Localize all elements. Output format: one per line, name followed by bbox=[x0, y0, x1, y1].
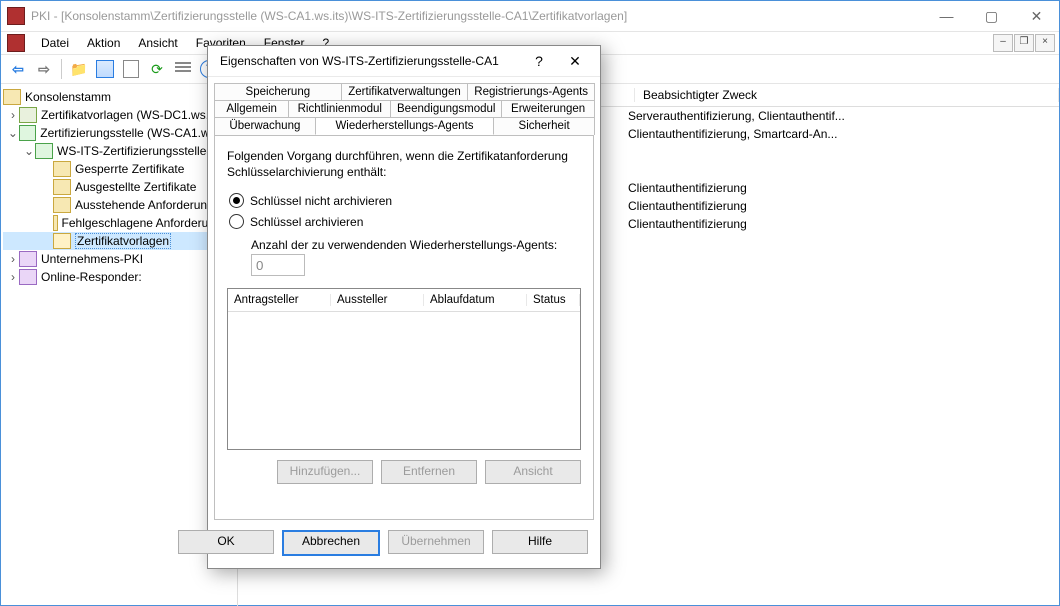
ca-instance-icon bbox=[35, 143, 53, 159]
toolbar-separator bbox=[61, 59, 62, 79]
ok-button[interactable]: OK bbox=[178, 530, 274, 554]
folder-icon bbox=[53, 215, 58, 231]
back-button[interactable]: ⇦ bbox=[7, 58, 29, 80]
minimize-button[interactable]: — bbox=[924, 1, 969, 31]
export-list-icon[interactable] bbox=[172, 58, 194, 80]
menu-aktion[interactable]: Aktion bbox=[79, 34, 128, 52]
dialog-close-button[interactable]: ✕ bbox=[560, 53, 590, 70]
menu-ansicht[interactable]: Ansicht bbox=[130, 34, 185, 52]
show-hide-tree-icon[interactable] bbox=[94, 58, 116, 80]
mdi-minimize[interactable]: – bbox=[993, 34, 1013, 52]
tab-erweiterungen[interactable]: Erweiterungen bbox=[501, 100, 595, 117]
tree-pane[interactable]: Konsolenstamm › Zertifikatvorlagen (WS-D… bbox=[1, 84, 238, 606]
tree-item-ca-instance[interactable]: ⌄ WS-ITS-Zertifizierungsstelle-CA1 bbox=[3, 142, 235, 160]
folder-icon bbox=[53, 161, 71, 177]
col-purpose[interactable]: Beabsichtigter Zweck bbox=[635, 88, 1059, 102]
pki-icon bbox=[19, 251, 37, 267]
kra-col-status[interactable]: Status bbox=[527, 294, 580, 306]
tab-content: Folgenden Vorgang durchführen, wenn die … bbox=[214, 135, 594, 520]
tab-wiederherstellungs-agents[interactable]: Wiederherstellungs-Agents bbox=[315, 117, 494, 135]
kra-col-ablaufdatum[interactable]: Ablaufdatum bbox=[424, 294, 527, 306]
cert-template-icon bbox=[19, 107, 37, 123]
tree-root[interactable]: Konsolenstamm bbox=[3, 88, 235, 106]
tree-item-revoked[interactable]: Gesperrte Zertifikate bbox=[3, 160, 235, 178]
radio-icon bbox=[229, 193, 244, 208]
dialog-title: Eigenschaften von WS-ITS-Zertifizierungs… bbox=[220, 54, 518, 68]
expander-icon[interactable]: ⌄ bbox=[23, 144, 35, 158]
dialog-footer: OK Abbrechen Übernehmen Hilfe bbox=[208, 520, 600, 568]
view-button[interactable]: Ansicht bbox=[485, 460, 581, 484]
tree-item-failed[interactable]: Fehlgeschlagene Anforderungen bbox=[3, 214, 235, 232]
folder-icon bbox=[53, 197, 71, 213]
menu-datei[interactable]: Datei bbox=[33, 34, 77, 52]
tab-sicherheit[interactable]: Sicherheit bbox=[493, 117, 595, 135]
cancel-button[interactable]: Abbrechen bbox=[282, 530, 380, 556]
kra-table[interactable]: Antragsteller Aussteller Ablaufdatum Sta… bbox=[227, 288, 581, 450]
close-button[interactable]: ✕ bbox=[1014, 1, 1059, 31]
radio-icon bbox=[229, 214, 244, 229]
instruction-text: Folgenden Vorgang durchführen, wenn die … bbox=[227, 148, 581, 180]
radio-label: Schlüssel nicht archivieren bbox=[250, 194, 392, 208]
radio-archive[interactable]: Schlüssel archivieren bbox=[229, 214, 581, 229]
titlebar: PKI - [Konsolenstamm\Zertifizierungsstel… bbox=[1, 1, 1059, 32]
window-title: PKI - [Konsolenstamm\Zertifizierungsstel… bbox=[31, 9, 924, 23]
folder-icon bbox=[53, 179, 71, 195]
maximize-button[interactable]: ▢ bbox=[969, 1, 1014, 31]
tree-item-ca[interactable]: ⌄ Zertifizierungsstelle (WS-CA1.ws.its) bbox=[3, 124, 235, 142]
mdi-restore[interactable]: ❐ bbox=[1014, 34, 1034, 52]
agent-count-label: Anzahl der zu verwendenden Wiederherstel… bbox=[251, 238, 581, 252]
folder-open-icon bbox=[53, 233, 71, 249]
mdi-close[interactable]: × bbox=[1035, 34, 1055, 52]
tab-speicherung[interactable]: Speicherung bbox=[214, 83, 342, 100]
app-icon bbox=[7, 7, 25, 25]
mdi-controls: – ❐ × bbox=[993, 34, 1059, 52]
window-controls: — ▢ ✕ bbox=[924, 1, 1059, 31]
dialog-help-button[interactable]: ? bbox=[524, 53, 554, 69]
tab-registrierungs-agents[interactable]: Registrierungs-Agents bbox=[467, 83, 595, 100]
help-button[interactable]: Hilfe bbox=[492, 530, 588, 554]
tree-item-pending[interactable]: Ausstehende Anforderungen bbox=[3, 196, 235, 214]
apply-button[interactable]: Übernehmen bbox=[388, 530, 484, 554]
kra-col-antragsteller[interactable]: Antragsteller bbox=[228, 294, 331, 306]
folder-icon bbox=[3, 89, 21, 105]
tree-item-cert-templates[interactable]: Zertifikatvorlagen bbox=[3, 232, 235, 250]
properties-dialog: Eigenschaften von WS-ITS-Zertifizierungs… bbox=[207, 45, 601, 569]
agent-count-input[interactable] bbox=[251, 254, 305, 276]
forward-button[interactable]: ⇨ bbox=[33, 58, 55, 80]
tab-ueberwachung[interactable]: Überwachung bbox=[214, 117, 316, 135]
responder-icon bbox=[19, 269, 37, 285]
tab-richtlinienmodul[interactable]: Richtlinienmodul bbox=[288, 100, 391, 117]
kra-col-aussteller[interactable]: Aussteller bbox=[331, 294, 424, 306]
tree-item-issued[interactable]: Ausgestellte Zertifikate bbox=[3, 178, 235, 196]
console-icon bbox=[7, 34, 25, 52]
tab-zertifikatverwaltungen[interactable]: Zertifikatverwaltungen bbox=[341, 83, 469, 100]
tab-allgemein[interactable]: Allgemein bbox=[214, 100, 289, 117]
tree-item-online-responder[interactable]: › Online-Responder: bbox=[3, 268, 235, 286]
ca-service-icon bbox=[19, 125, 37, 141]
main-window: PKI - [Konsolenstamm\Zertifizierungsstel… bbox=[0, 0, 1060, 606]
radio-no-archive[interactable]: Schlüssel nicht archivieren bbox=[229, 193, 581, 208]
dialog-titlebar[interactable]: Eigenschaften von WS-ITS-Zertifizierungs… bbox=[208, 46, 600, 77]
tab-strip: Speicherung Zertifikatverwaltungen Regis… bbox=[208, 77, 600, 135]
tab-beendigungsmodul[interactable]: Beendigungsmodul bbox=[390, 100, 502, 117]
add-button[interactable]: Hinzufügen... bbox=[277, 460, 373, 484]
remove-button[interactable]: Entfernen bbox=[381, 460, 477, 484]
refresh-icon[interactable]: ⟳ bbox=[146, 58, 168, 80]
up-folder-icon[interactable]: 📁 bbox=[68, 58, 90, 80]
expander-icon[interactable]: ⌄ bbox=[7, 126, 19, 140]
expander-icon[interactable]: › bbox=[7, 252, 19, 266]
kra-table-header: Antragsteller Aussteller Ablaufdatum Sta… bbox=[228, 289, 580, 312]
tree-item-templates[interactable]: › Zertifikatvorlagen (WS-DC1.ws.its) bbox=[3, 106, 235, 124]
radio-label: Schlüssel archivieren bbox=[250, 215, 363, 229]
expander-icon[interactable]: › bbox=[7, 108, 19, 122]
expander-icon[interactable]: › bbox=[7, 270, 19, 284]
tree-item-enterprise-pki[interactable]: › Unternehmens-PKI bbox=[3, 250, 235, 268]
kra-buttons: Hinzufügen... Entfernen Ansicht bbox=[227, 460, 581, 484]
properties-icon[interactable] bbox=[120, 58, 142, 80]
